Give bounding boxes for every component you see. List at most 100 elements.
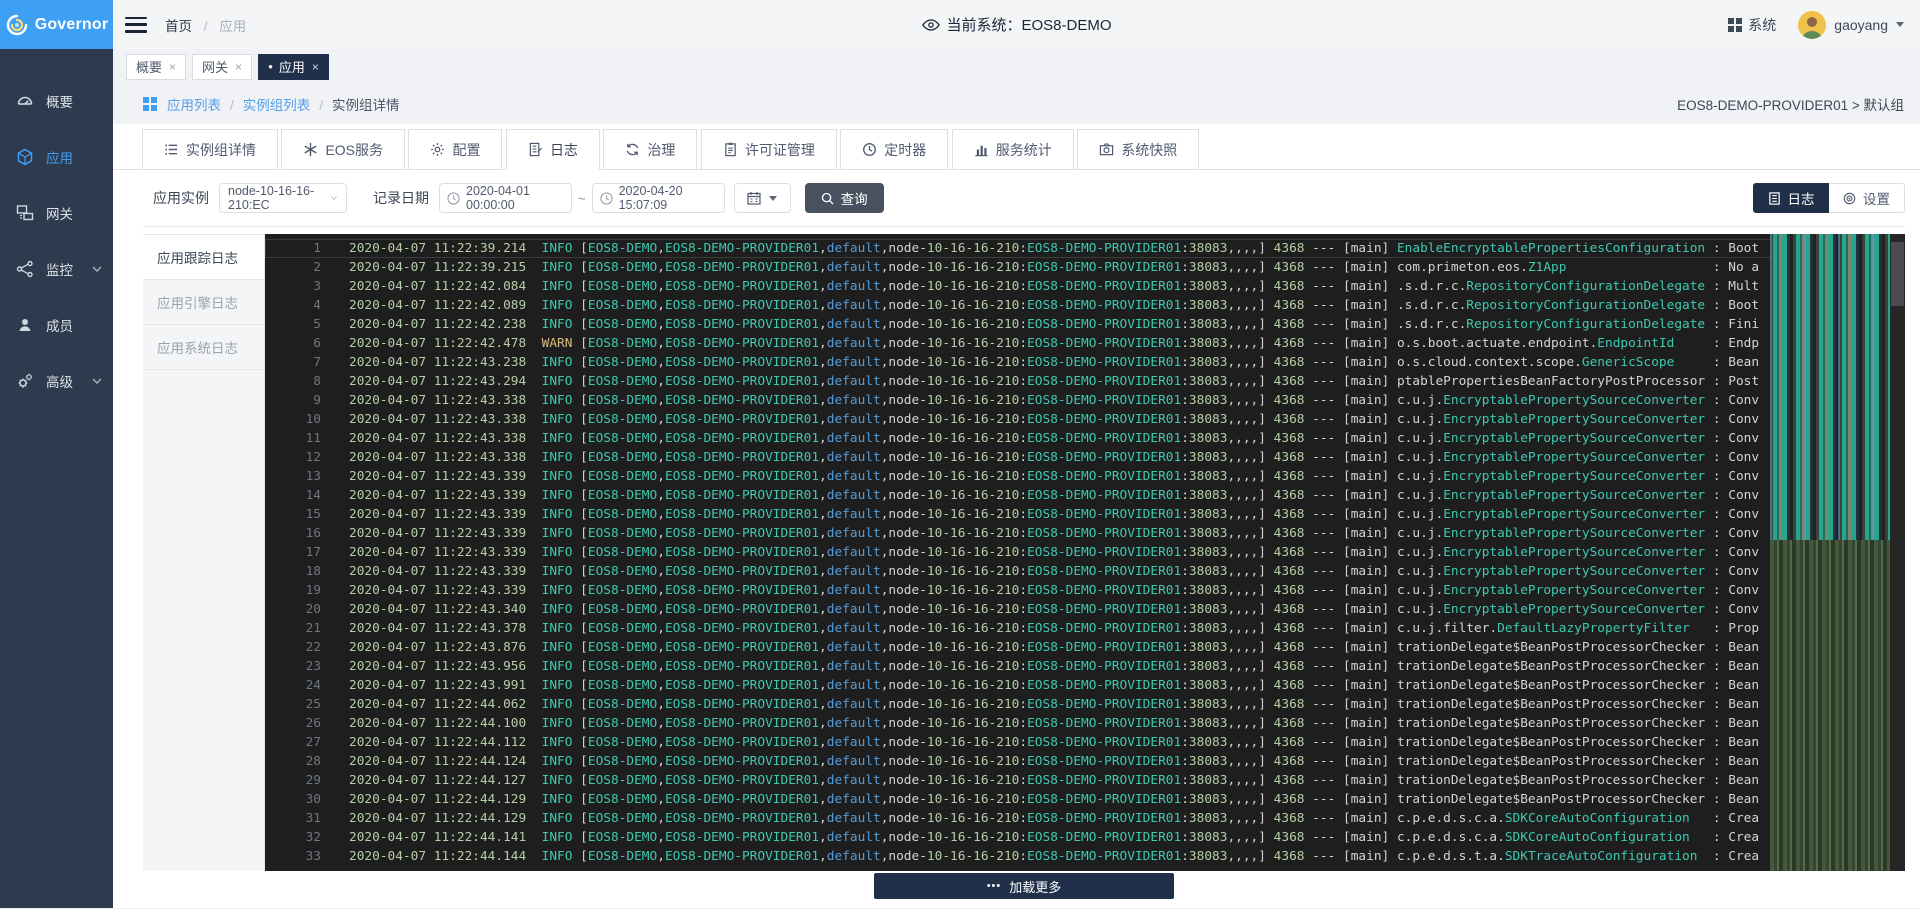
sidebar-item[interactable]: 监控 bbox=[0, 241, 113, 297]
sidebar-item-label: 概要 bbox=[46, 91, 73, 111]
section-tab[interactable]: EOS服务 bbox=[281, 129, 405, 170]
breadcrumb-home[interactable]: 首页 bbox=[165, 19, 192, 34]
log-line[interactable]: 62020-04-07 11:22:42.478 WARN [EOS8-DEMO… bbox=[265, 334, 1905, 353]
sidebar-item[interactable]: 网关 bbox=[0, 185, 113, 241]
sidebar-item[interactable]: 概要 bbox=[0, 73, 113, 129]
log-line[interactable]: 232020-04-07 11:22:43.956 INFO [EOS8-DEM… bbox=[265, 657, 1905, 676]
window-tab[interactable]: ● 应用 × bbox=[258, 54, 329, 80]
close-icon[interactable]: × bbox=[312, 60, 319, 74]
section-tab[interactable]: 日志 bbox=[506, 129, 600, 170]
section-tab-label: 实例组详情 bbox=[186, 140, 256, 160]
cube-icon bbox=[16, 148, 34, 166]
section-tab[interactable]: 实例组详情 bbox=[142, 129, 278, 170]
camera-icon bbox=[1099, 142, 1114, 157]
log-line[interactable]: 82020-04-07 11:22:43.294 INFO [EOS8-DEMO… bbox=[265, 372, 1905, 391]
log-line[interactable]: 72020-04-07 11:22:43.238 INFO [EOS8-DEMO… bbox=[265, 353, 1905, 372]
log-line[interactable]: 322020-04-07 11:22:44.141 INFO [EOS8-DEM… bbox=[265, 828, 1905, 847]
log-line[interactable]: 222020-04-07 11:22:43.876 INFO [EOS8-DEM… bbox=[265, 638, 1905, 657]
log-line[interactable]: 52020-04-07 11:22:42.238 INFO [EOS8-DEMO… bbox=[265, 315, 1905, 334]
log-line[interactable]: 202020-04-07 11:22:43.340 INFO [EOS8-DEM… bbox=[265, 600, 1905, 619]
window-tab[interactable]: ● 概要 × bbox=[126, 54, 186, 80]
chart-icon bbox=[974, 142, 989, 157]
page-breadcrumb-item[interactable]: 实例组详情 bbox=[332, 94, 400, 114]
log-line[interactable]: 122020-04-07 11:22:43.338 INFO [EOS8-DEM… bbox=[265, 448, 1905, 467]
calendar-preset-button[interactable] bbox=[734, 183, 791, 213]
log-line[interactable]: 142020-04-07 11:22:43.339 INFO [EOS8-DEM… bbox=[265, 486, 1905, 505]
log-type-item[interactable]: 应用跟踪日志 bbox=[143, 235, 264, 280]
section-tab[interactable]: 配置 bbox=[408, 129, 502, 170]
sync-icon bbox=[625, 142, 640, 157]
section-tab-label: 治理 bbox=[647, 140, 675, 160]
load-more-button[interactable]: ••• 加载更多 bbox=[874, 873, 1174, 899]
log-line[interactable]: 302020-04-07 11:22:44.129 INFO [EOS8-DEM… bbox=[265, 790, 1905, 809]
user-menu[interactable]: gaoyang bbox=[1798, 11, 1904, 39]
window-tab[interactable]: ● 网关 × bbox=[192, 54, 252, 80]
log-line[interactable]: 182020-04-07 11:22:43.339 INFO [EOS8-DEM… bbox=[265, 562, 1905, 581]
log-line[interactable]: 212020-04-07 11:22:43.378 INFO [EOS8-DEM… bbox=[265, 619, 1905, 638]
date-from-input[interactable]: 2020-04-01 00:00:00 bbox=[439, 183, 572, 213]
close-icon[interactable]: × bbox=[235, 60, 242, 74]
log-line[interactable]: 332020-04-07 11:22:44.144 INFO [EOS8-DEM… bbox=[265, 847, 1905, 866]
section-tab[interactable]: 服务统计 bbox=[952, 129, 1074, 170]
section-tab[interactable]: 治理 bbox=[603, 129, 697, 170]
log-line[interactable]: 252020-04-07 11:22:44.062 INFO [EOS8-DEM… bbox=[265, 695, 1905, 714]
section-tab-label: 系统快照 bbox=[1121, 140, 1177, 160]
log-type-item[interactable]: 应用系统日志 bbox=[143, 325, 264, 370]
close-icon[interactable]: × bbox=[169, 60, 176, 74]
log-type-item[interactable]: 应用引擎日志 bbox=[143, 280, 264, 325]
log-line[interactable]: 262020-04-07 11:22:44.100 INFO [EOS8-DEM… bbox=[265, 714, 1905, 733]
log-line[interactable]: 152020-04-07 11:22:43.339 INFO [EOS8-DEM… bbox=[265, 505, 1905, 524]
caret-down-icon bbox=[769, 196, 777, 201]
log-line[interactable]: 292020-04-07 11:22:44.127 INFO [EOS8-DEM… bbox=[265, 771, 1905, 790]
hamburger-menu-icon[interactable] bbox=[125, 17, 147, 33]
log-doc-icon bbox=[1768, 192, 1781, 205]
search-button[interactable]: 查询 bbox=[805, 183, 884, 213]
log-line[interactable]: 32020-04-07 11:22:42.084 INFO [EOS8-DEMO… bbox=[265, 277, 1905, 296]
log-line[interactable]: 112020-04-07 11:22:43.338 INFO [EOS8-DEM… bbox=[265, 429, 1905, 448]
log-type-nav: 应用跟踪日志 应用引擎日志 应用系统日志 bbox=[143, 234, 265, 871]
log-line[interactable]: 12020-04-07 11:22:39.214 INFO [EOS8-DEMO… bbox=[265, 239, 1905, 258]
app-logo[interactable]: Governor bbox=[0, 0, 113, 49]
log-line[interactable]: 272020-04-07 11:22:44.112 INFO [EOS8-DEM… bbox=[265, 733, 1905, 752]
instance-select[interactable]: node-10-16-16-210:EC bbox=[219, 183, 347, 213]
scrollbar-thumb[interactable] bbox=[1891, 242, 1904, 306]
window-tab-label: 概要 bbox=[136, 57, 162, 76]
vertical-scrollbar[interactable] bbox=[1890, 234, 1905, 871]
settings-button[interactable]: 设置 bbox=[1829, 183, 1905, 213]
page-breadcrumb-item[interactable]: 实例组列表 bbox=[243, 94, 332, 114]
page-breadcrumb-item[interactable]: 应用列表 bbox=[167, 94, 243, 114]
minimap[interactable] bbox=[1770, 234, 1890, 871]
system-menu[interactable]: 系统 bbox=[1728, 15, 1776, 35]
page-breadcrumb: 应用列表 实例组列表 实例组详情 bbox=[167, 94, 400, 114]
log-line[interactable]: 312020-04-07 11:22:44.129 INFO [EOS8-DEM… bbox=[265, 809, 1905, 828]
log-line[interactable]: 242020-04-07 11:22:43.991 INFO [EOS8-DEM… bbox=[265, 676, 1905, 695]
log-view-button[interactable]: 日志 bbox=[1753, 183, 1829, 213]
section-tab[interactable]: 许可证管理 bbox=[701, 129, 837, 170]
log-line[interactable]: 102020-04-07 11:22:43.338 INFO [EOS8-DEM… bbox=[265, 410, 1905, 429]
clock-icon bbox=[600, 192, 613, 205]
log-line[interactable]: 282020-04-07 11:22:44.124 INFO [EOS8-DEM… bbox=[265, 752, 1905, 771]
sidebar-item[interactable]: 高级 bbox=[0, 353, 113, 409]
topbar-right: 系统 gaoyang bbox=[1728, 11, 1904, 39]
window-tab-label: 应用 bbox=[279, 57, 305, 76]
log-line[interactable]: 22020-04-07 11:22:39.215 INFO [EOS8-DEMO… bbox=[265, 258, 1905, 277]
log-line[interactable]: 192020-04-07 11:22:43.339 INFO [EOS8-DEM… bbox=[265, 581, 1905, 600]
current-system: 当前系统：EOS8-DEMO bbox=[921, 14, 1111, 35]
sidebar-item[interactable]: 成员 bbox=[0, 297, 113, 353]
section-tab[interactable]: 系统快照 bbox=[1077, 129, 1199, 170]
log-line[interactable]: 162020-04-07 11:22:43.339 INFO [EOS8-DEM… bbox=[265, 524, 1905, 543]
page-breadcrumb-row: 应用列表 实例组列表 实例组详情 EOS8-DEMO-PROVIDER01 > … bbox=[113, 84, 1920, 124]
caret-down-icon bbox=[1896, 22, 1904, 27]
sidebar-item[interactable]: 应用 bbox=[0, 129, 113, 185]
log-line[interactable]: 92020-04-07 11:22:43.338 INFO [EOS8-DEMO… bbox=[265, 391, 1905, 410]
section-tab[interactable]: 定时器 bbox=[840, 129, 948, 170]
log-line[interactable]: 132020-04-07 11:22:43.339 INFO [EOS8-DEM… bbox=[265, 467, 1905, 486]
license-icon bbox=[723, 142, 738, 157]
calendar-icon bbox=[747, 191, 761, 205]
grid-icon bbox=[1728, 18, 1742, 32]
date-to-input[interactable]: 2020-04-20 15:07:09 bbox=[592, 183, 725, 213]
log-line[interactable]: 172020-04-07 11:22:43.339 INFO [EOS8-DEM… bbox=[265, 543, 1905, 562]
log-viewer[interactable]: 12020-04-07 11:22:39.214 INFO [EOS8-DEMO… bbox=[265, 234, 1905, 871]
user-name: gaoyang bbox=[1834, 17, 1888, 33]
log-line[interactable]: 42020-04-07 11:22:42.089 INFO [EOS8-DEMO… bbox=[265, 296, 1905, 315]
